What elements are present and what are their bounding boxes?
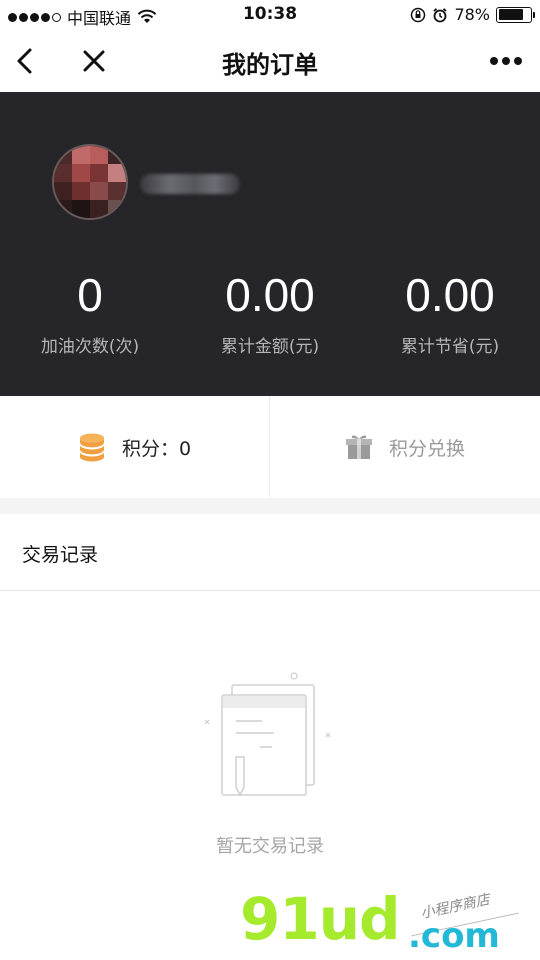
points-row: 积分：0 积分兑换 xyxy=(0,396,540,498)
rotation-lock-icon xyxy=(411,7,426,22)
transactions-header: 交易记录 xyxy=(0,514,540,591)
avatar-pixel xyxy=(90,164,108,182)
avatar-pixel xyxy=(72,146,90,164)
back-button[interactable] xyxy=(8,42,44,80)
avatar-pixel xyxy=(72,164,90,182)
avatar[interactable] xyxy=(52,144,128,220)
stat-total-amount: 0.00 累计金额(元) xyxy=(180,270,360,357)
battery-icon xyxy=(496,6,535,23)
stat-value: 0 xyxy=(77,269,103,321)
close-button[interactable] xyxy=(76,42,112,80)
nav-bar: 我的订单 xyxy=(0,30,540,92)
username-blurred xyxy=(140,174,240,194)
avatar-pixel xyxy=(54,164,72,182)
stat-value: 0.00 xyxy=(405,269,495,321)
avatar-pixel xyxy=(108,182,126,200)
stat-total-savings: 0.00 累计节省(元) xyxy=(360,270,540,357)
avatar-pixel xyxy=(90,200,108,218)
avatar-pixel xyxy=(72,182,90,200)
more-dots-icon xyxy=(490,57,498,65)
points-exchange-label: 积分兑换 xyxy=(388,437,465,460)
empty-document-icon xyxy=(204,672,331,797)
points-exchange-button[interactable]: 积分兑换 xyxy=(270,396,540,498)
coin-stack-icon xyxy=(79,433,105,462)
points-value: 0 xyxy=(178,437,192,460)
close-icon xyxy=(83,50,105,72)
gift-box-icon xyxy=(345,435,372,459)
points-label: 积分： xyxy=(121,437,179,460)
avatar-pixel xyxy=(90,182,108,200)
alarm-icon xyxy=(433,7,448,22)
status-bar: 中国联通 10:38 78% xyxy=(0,0,540,30)
status-right: 78% xyxy=(410,5,535,24)
points-balance[interactable]: 积分：0 xyxy=(0,396,270,498)
transactions-title: 交易记录 xyxy=(22,544,99,566)
avatar-pixel xyxy=(108,164,126,182)
stat-label: 累计节省(元) xyxy=(400,337,500,357)
stat-label: 累计金额(元) xyxy=(220,337,320,357)
watermark-main: 91ud xyxy=(240,885,401,953)
avatar-pixel xyxy=(54,200,72,218)
stat-label: 加油次数(次) xyxy=(40,337,140,357)
points-text: 积分：0 xyxy=(122,434,191,461)
more-button[interactable] xyxy=(484,48,528,74)
avatar-pixel xyxy=(108,200,126,218)
watermark-logo: 91ud 小程序商店 .com xyxy=(240,888,540,960)
battery-fill xyxy=(498,9,523,20)
profile-header: 0 加油次数(次) 0.00 累计金额(元) 0.00 累计节省(元) xyxy=(0,92,540,396)
avatar-pixel xyxy=(90,146,108,164)
stat-refuel-count: 0 加油次数(次) xyxy=(0,270,180,357)
watermark-domain: .com xyxy=(408,916,500,956)
empty-state-text: 暂无交易记录 xyxy=(216,836,324,857)
avatar-pixel xyxy=(72,200,90,218)
avatar-pixel xyxy=(108,146,126,164)
avatar-pixel xyxy=(54,182,72,200)
battery-percent: 78% xyxy=(454,5,490,24)
stat-value: 0.00 xyxy=(225,269,315,321)
section-divider xyxy=(0,498,540,514)
avatar-pixel xyxy=(54,146,72,164)
back-arrow-icon xyxy=(17,48,32,74)
